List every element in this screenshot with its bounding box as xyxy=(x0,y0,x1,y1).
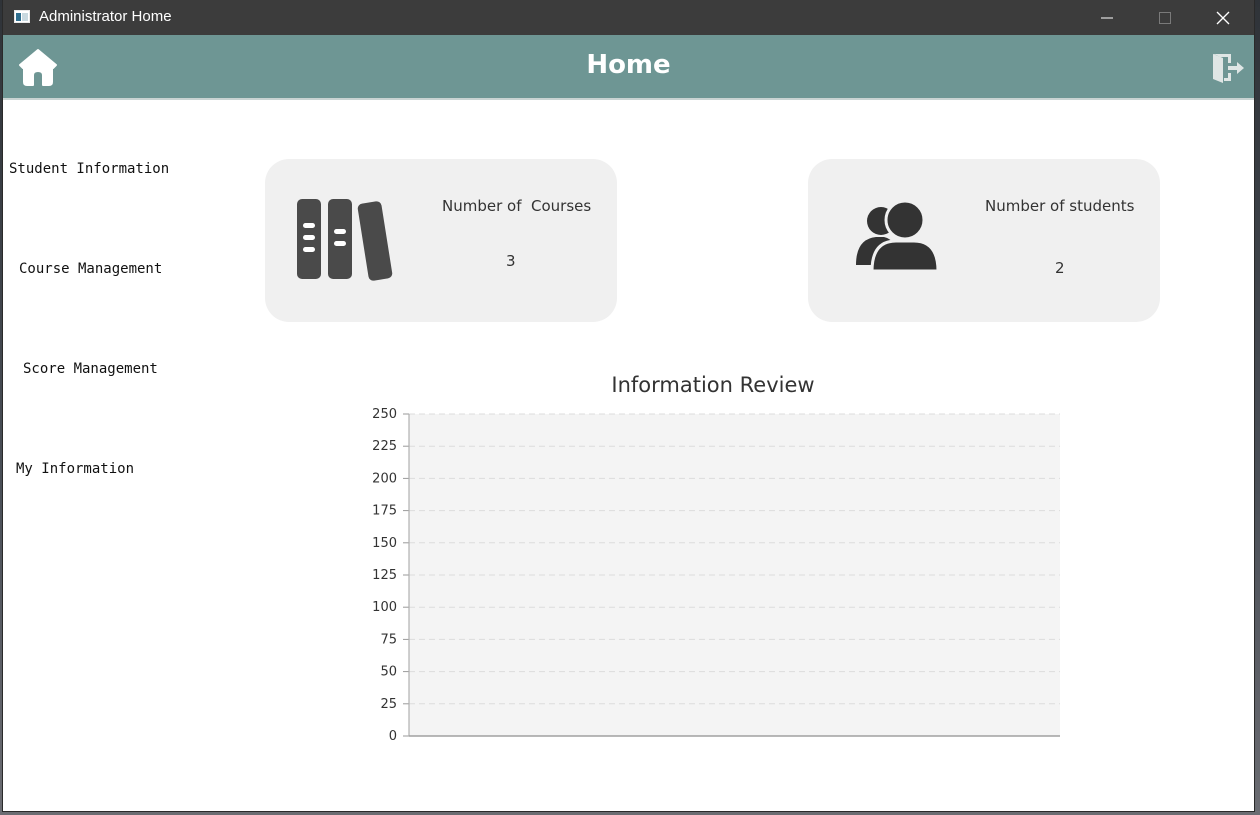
logout-door-icon xyxy=(1213,54,1244,83)
app-header: Home xyxy=(3,35,1254,100)
information-review-chart: 0 25 50 75 100 125 150 175 200 225 250 xyxy=(372,407,1060,744)
sidebar-item-score-management[interactable]: Score Management xyxy=(23,361,158,377)
sidebar-item-course-management[interactable]: Course Management xyxy=(19,261,162,277)
courses-count-card: Number of Courses 3 xyxy=(265,159,617,322)
courses-count-label: Number of Courses xyxy=(442,197,592,215)
users-icon xyxy=(856,199,940,273)
y-tick-label: 0 xyxy=(389,729,397,744)
close-button[interactable] xyxy=(1194,0,1252,35)
close-icon xyxy=(1216,11,1230,24)
students-count-label: Number of students xyxy=(985,197,1135,215)
title-bar: Administrator Home xyxy=(3,0,1254,35)
y-tick-label: 250 xyxy=(372,407,397,422)
logout-button[interactable] xyxy=(1210,51,1246,85)
y-tick-label: 225 xyxy=(372,439,397,454)
maximize-icon xyxy=(1159,11,1171,24)
chart-title: Information Review xyxy=(611,373,815,397)
window-title: Administrator Home xyxy=(39,8,172,25)
y-tick-label: 200 xyxy=(372,471,397,486)
students-count-value: 2 xyxy=(1055,259,1065,277)
y-tick-label: 175 xyxy=(372,504,397,519)
maximize-button[interactable] xyxy=(1136,0,1194,35)
app-window: Administrator Home Home Student Informat… xyxy=(3,0,1254,811)
books-icon xyxy=(297,199,393,281)
courses-count-value: 3 xyxy=(506,252,516,270)
minimize-icon xyxy=(1101,17,1113,18)
y-tick-label: 25 xyxy=(380,697,397,712)
minimize-button[interactable] xyxy=(1078,0,1136,35)
y-tick-label: 125 xyxy=(372,568,397,583)
students-count-card: Number of students 2 xyxy=(808,159,1160,322)
page-title: Home xyxy=(586,50,671,80)
y-tick-label: 100 xyxy=(372,600,397,615)
y-tick-label: 50 xyxy=(380,665,397,680)
sidebar-item-student-information[interactable]: Student Information xyxy=(9,161,169,177)
app-window-icon xyxy=(14,10,30,23)
y-tick-label: 150 xyxy=(372,536,397,551)
y-tick-label: 75 xyxy=(380,632,397,647)
sidebar-item-my-information[interactable]: My Information xyxy=(16,461,134,477)
